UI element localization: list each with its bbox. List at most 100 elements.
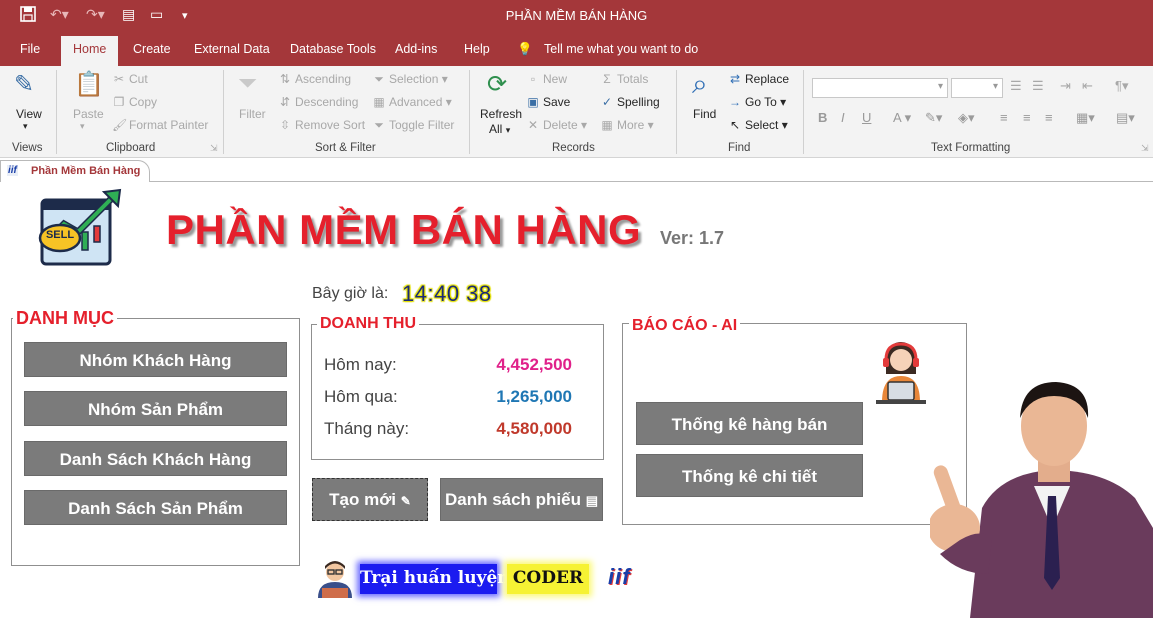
selection-button[interactable]: ⏷ Selection ▾ bbox=[372, 72, 448, 87]
spelling-label: Spelling bbox=[617, 95, 660, 109]
clipboard-group-label: Clipboard bbox=[106, 142, 156, 154]
select-label: Select bbox=[745, 118, 779, 132]
find-button[interactable]: Find bbox=[693, 107, 716, 121]
filter-button[interactable]: Filter bbox=[239, 107, 266, 121]
nhom-san-pham-button[interactable]: Nhóm Sản Phẩm bbox=[24, 391, 287, 426]
font-color-button[interactable]: A ▾ bbox=[893, 110, 911, 126]
tab-home[interactable]: Home bbox=[61, 36, 119, 66]
replace-button[interactable]: ⇄ Replace bbox=[728, 72, 789, 86]
align-right-icon[interactable]: ≡ bbox=[1045, 110, 1053, 125]
copy-button[interactable]: ❐ Copy bbox=[112, 95, 157, 109]
remove-sort-button[interactable]: ⇳ Remove Sort bbox=[278, 118, 365, 132]
spelling-button[interactable]: ✓ Spelling bbox=[600, 95, 660, 109]
sort-ascending-icon: ⇅ bbox=[279, 72, 291, 86]
view-dropdown-icon[interactable]: ▾ bbox=[23, 121, 28, 132]
descending-button[interactable]: ⇵ Descending bbox=[278, 95, 358, 109]
tab-external-data[interactable]: External Data bbox=[194, 42, 270, 56]
sort-filter-group-label: Sort & Filter bbox=[315, 142, 376, 154]
spelling-check-icon: ✓ bbox=[601, 95, 613, 109]
app-title: PHẦN MỀM BÁN HÀNG bbox=[166, 206, 642, 253]
highlight-icon[interactable]: ✎▾ bbox=[925, 110, 942, 126]
selection-label: Selection bbox=[389, 72, 439, 86]
ascending-button[interactable]: ⇅ Ascending bbox=[278, 72, 351, 86]
nhom-khach-hang-button[interactable]: Nhóm Khách Hàng bbox=[24, 342, 287, 377]
underline-button[interactable]: U bbox=[862, 110, 871, 125]
go-to-label: Go To bbox=[745, 95, 777, 109]
select-button[interactable]: ↖ Select ▾ bbox=[728, 118, 788, 132]
iif-logo: iif bbox=[608, 564, 631, 589]
tab-create[interactable]: Create bbox=[133, 42, 171, 56]
thang-nay-label: Tháng này: bbox=[324, 419, 410, 438]
indent-increase-icon[interactable]: ⇥ bbox=[1060, 78, 1071, 94]
refresh-all-button[interactable]: All ▾ bbox=[489, 122, 510, 136]
tab-help[interactable]: Help bbox=[464, 42, 490, 56]
paragraph-direction-icon[interactable]: ¶▾ bbox=[1115, 78, 1129, 94]
tab-database-tools[interactable]: Database Tools bbox=[290, 42, 376, 56]
indent-decrease-icon[interactable]: ⇤ bbox=[1082, 78, 1093, 94]
thong-ke-chi-tiet-button[interactable]: Thống kê chi tiết bbox=[636, 454, 863, 497]
tao-moi-button[interactable]: Tạo mới ✎ bbox=[312, 478, 428, 521]
danh-sach-san-pham-button[interactable]: Danh Sách Sản Phẩm bbox=[24, 490, 287, 525]
save-record-icon: ▣ bbox=[527, 95, 539, 109]
tell-me-search[interactable]: Tell me what you want to do bbox=[544, 42, 698, 56]
separator bbox=[56, 70, 57, 154]
totals-button[interactable]: Σ Totals bbox=[600, 72, 648, 86]
delete-icon: ✕ bbox=[527, 118, 539, 132]
selection-filter-icon: ⏷ bbox=[374, 72, 384, 86]
advanced-label: Advanced bbox=[389, 95, 443, 109]
save-record-button[interactable]: ▣ Save bbox=[526, 95, 570, 109]
view-icon[interactable]: ✎ bbox=[14, 70, 34, 99]
tao-moi-label: Tạo mới bbox=[329, 490, 397, 509]
refresh-icon[interactable]: ⟳ bbox=[487, 70, 507, 99]
document-tab[interactable]: iif Phần Mềm Bán Hàng bbox=[0, 160, 150, 182]
tab-file[interactable]: File bbox=[20, 42, 40, 56]
document-tab-label: Phần Mềm Bán Hàng bbox=[31, 165, 141, 177]
window-title: PHẦN MỀM BÁN HÀNG bbox=[505, 8, 648, 23]
separator bbox=[803, 70, 804, 154]
danh-sach-phieu-button[interactable]: Danh sách phiếu ▤ bbox=[440, 478, 603, 521]
align-center-icon[interactable]: ≡ bbox=[1023, 110, 1031, 125]
text-formatting-group-label: Text Formatting bbox=[931, 142, 1011, 154]
paste-icon[interactable]: 📋 bbox=[74, 70, 104, 99]
refresh-button[interactable]: Refresh bbox=[480, 107, 522, 121]
title-bar: ↶▾ ↷▾ ▤ ▭ ▾ PHẦN MỀM BÁN HÀNG bbox=[0, 0, 1153, 34]
clipboard-launcher-icon[interactable]: ⇲ bbox=[210, 143, 218, 154]
numbering-icon[interactable]: ☰ bbox=[1032, 78, 1044, 94]
text-formatting-launcher-icon[interactable]: ⇲ bbox=[1141, 143, 1149, 154]
sell-badge: SELL bbox=[45, 229, 75, 241]
filter-icon[interactable]: ⏷ bbox=[238, 70, 257, 98]
toggle-filter-button[interactable]: ⏷ Toggle Filter bbox=[372, 118, 454, 133]
font-size-combo[interactable] bbox=[951, 78, 1003, 98]
format-painter-button[interactable]: 🖌 Format Painter bbox=[112, 118, 208, 132]
italic-button[interactable]: I bbox=[841, 110, 845, 125]
find-icon[interactable]: ⌕ bbox=[692, 68, 708, 101]
bullets-icon[interactable]: ☰ bbox=[1010, 78, 1022, 94]
paste-dropdown-icon[interactable]: ▾ bbox=[80, 121, 85, 132]
more-button[interactable]: ▦ More ▾ bbox=[600, 118, 653, 132]
remove-sort-label: Remove Sort bbox=[295, 118, 366, 132]
view-button[interactable]: View bbox=[16, 107, 42, 121]
gridlines-icon[interactable]: ▦▾ bbox=[1076, 110, 1095, 126]
new-record-button[interactable]: ▫ New bbox=[526, 72, 567, 86]
delete-label: Delete bbox=[543, 118, 578, 132]
thong-ke-hang-ban-button[interactable]: Thống kê hàng bán bbox=[636, 402, 863, 445]
go-to-button[interactable]: → Go To ▾ bbox=[728, 95, 786, 109]
thang-nay-value: 4,580,000 bbox=[496, 419, 572, 438]
cut-button[interactable]: ✂ Cut bbox=[112, 72, 148, 86]
views-group-label: Views bbox=[12, 142, 43, 154]
tab-add-ins[interactable]: Add-ins bbox=[395, 42, 437, 56]
bao-cao-title: BÁO CÁO - AI bbox=[629, 317, 741, 335]
advanced-filter-icon: ▦ bbox=[373, 95, 385, 109]
alternate-row-icon[interactable]: ▤▾ bbox=[1116, 110, 1135, 126]
advanced-button[interactable]: ▦ Advanced ▾ bbox=[372, 95, 451, 109]
delete-record-button[interactable]: ✕ Delete ▾ bbox=[526, 118, 587, 132]
bold-button[interactable]: B bbox=[818, 110, 827, 125]
fill-color-icon[interactable]: ◈▾ bbox=[958, 110, 975, 126]
document-tab-bar: iif Phần Mềm Bán Hàng bbox=[0, 158, 1153, 182]
doanh-thu-title: DOANH THU bbox=[317, 315, 419, 333]
paste-button[interactable]: Paste bbox=[73, 107, 104, 121]
align-left-icon[interactable]: ≡ bbox=[1000, 110, 1008, 125]
new-label: New bbox=[543, 72, 568, 86]
danh-sach-khach-hang-button[interactable]: Danh Sách Khách Hàng bbox=[24, 441, 287, 476]
font-name-combo[interactable] bbox=[812, 78, 948, 98]
